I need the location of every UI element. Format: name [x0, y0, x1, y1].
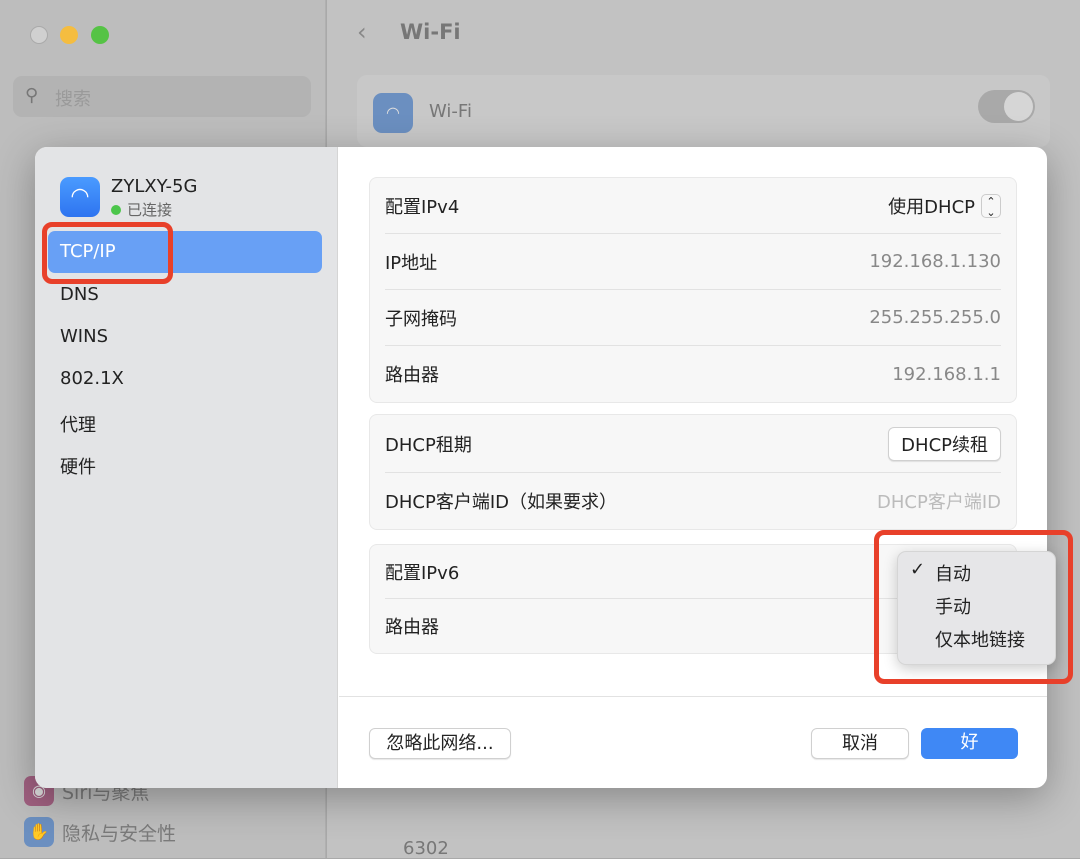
highlight-box — [874, 530, 1073, 684]
maximize-window-button[interactable] — [91, 26, 109, 44]
subnet-mask-value: 255.255.255.0 — [869, 307, 1001, 328]
nav-hardware[interactable]: 硬件 — [48, 443, 322, 485]
up-down-chevron-icon: ⌃ ⌄ — [981, 193, 1001, 218]
hand-icon: ✋ — [24, 817, 54, 847]
dhcp-group: DHCP租期 DHCP续租 DHCP客户端ID（如果要求） DHCP客户端ID — [369, 414, 1017, 530]
cancel-button[interactable]: 取消 — [811, 728, 909, 759]
wifi-toggle[interactable] — [978, 90, 1035, 123]
nav-wins[interactable]: WINS — [48, 316, 322, 358]
dialog-main: 配置IPv4 使用DHCP ⌃ ⌄ IP地址 192.168.1.130 子网掩码 255… — [339, 147, 1047, 788]
forget-network-button[interactable]: 忽略此网络... — [369, 728, 511, 759]
nav-proxy[interactable]: 代理 — [48, 401, 322, 443]
wifi-icon: ◠ — [373, 93, 413, 133]
nav-8021x[interactable]: 802.1X — [48, 358, 322, 400]
network-name: ZYLXY-5G — [111, 176, 198, 197]
close-window-button[interactable] — [30, 26, 48, 44]
network-status: 已连接 — [111, 199, 172, 220]
ip-address-value: 192.168.1.130 — [869, 251, 1001, 272]
ipv4-group: 配置IPv4 使用DHCP ⌃ ⌄ IP地址 192.168.1.130 子网掩码 255… — [369, 177, 1017, 403]
dhcp-client-id-input[interactable]: DHCP客户端ID — [877, 488, 1001, 514]
highlight-box — [42, 222, 173, 284]
connected-dot-icon — [111, 204, 121, 215]
back-chevron-icon[interactable]: ‹ — [357, 18, 367, 46]
network-details-dialog: ◠ ZYLXY-5G 已连接 TCP/IP DNS WINS 802.1X 代理… — [35, 147, 1047, 788]
minimize-window-button[interactable] — [60, 26, 78, 44]
search-icon: ⚲ — [25, 85, 39, 106]
divider — [339, 696, 1047, 697]
search-input[interactable]: ⚲ 搜索 — [13, 76, 311, 117]
wifi-card: ◠ Wi-Fi — [357, 75, 1050, 147]
network-item[interactable]: 6302 — [403, 838, 449, 859]
page-title: Wi-Fi — [400, 20, 461, 44]
dhcp-renew-button[interactable]: DHCP续租 — [888, 426, 1001, 461]
wifi-icon: ◠ — [60, 177, 100, 217]
ok-button[interactable]: 好 — [921, 728, 1018, 759]
router-value: 192.168.1.1 — [892, 363, 1001, 385]
sidebar-item-privacy[interactable]: ✋ 隐私与安全性 — [24, 817, 176, 847]
ipv4-config-select[interactable]: 使用DHCP ⌃ ⌄ — [888, 193, 1001, 219]
